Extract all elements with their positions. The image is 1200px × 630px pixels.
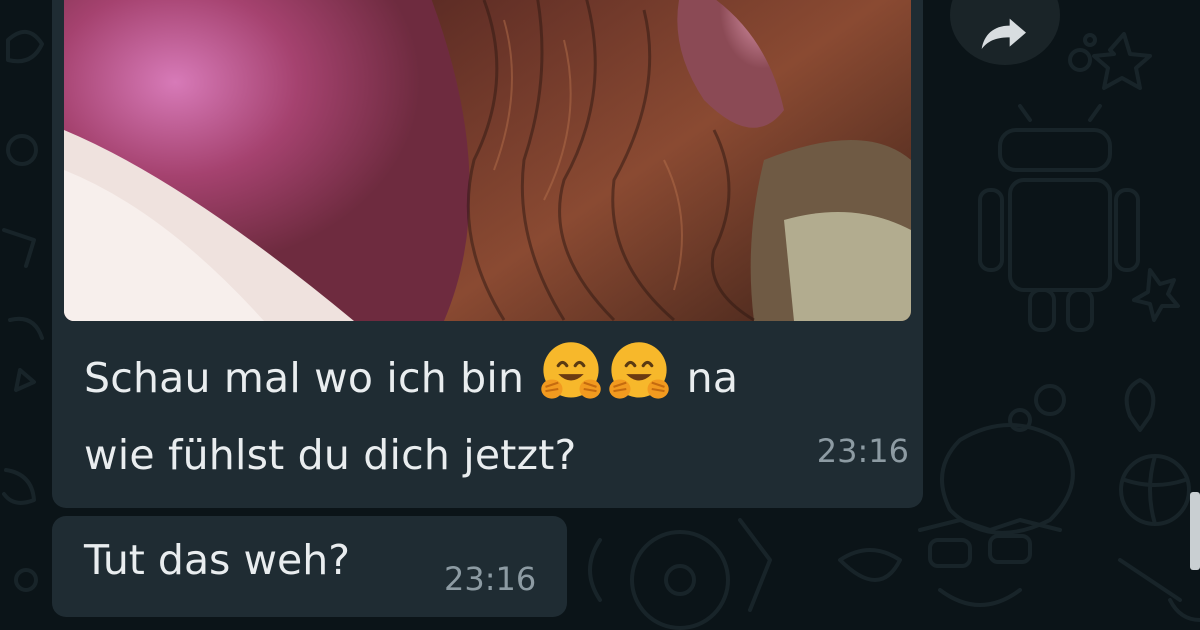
image-caption: Schau mal wo ich bin na wie fühlst du di… [84,338,884,494]
message-timestamp: 23:16 [816,432,909,470]
caption-text-part1: Schau mal wo ich bin [84,354,525,402]
image-message-bubble[interactable]: Schau mal wo ich bin na wie fühlst du di… [52,0,923,508]
text-message-bubble[interactable]: Tut das weh? 23:16 [52,516,567,617]
forward-arrow-icon [981,18,1026,49]
caption-text-line2: wie fühlst du dich jetzt? [84,431,577,479]
photo-image [64,0,911,321]
caption-text-part2: na [686,354,739,402]
hugging-face-emoji [541,342,602,399]
shared-photo[interactable] [64,0,911,321]
message-timestamp: 23:16 [444,560,537,598]
message-text: Tut das weh? [84,536,350,584]
scrollbar-thumb[interactable] [1190,492,1200,570]
hugging-face-emoji [609,342,670,399]
